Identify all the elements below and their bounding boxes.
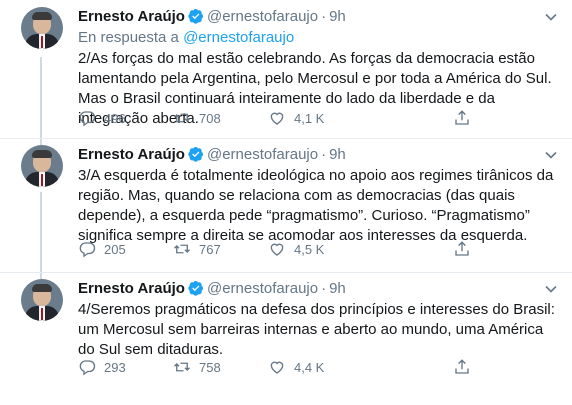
timestamp[interactable]: 9h bbox=[329, 146, 346, 163]
tweet-text: 3/A esquerda é totalmente ideológica no … bbox=[78, 167, 554, 244]
chevron-down-icon[interactable] bbox=[544, 10, 558, 24]
like-count: 4,4 K bbox=[294, 360, 325, 375]
separator: · bbox=[321, 146, 327, 163]
like-button[interactable]: 4,1 K bbox=[268, 109, 324, 129]
reply-count: 205 bbox=[104, 242, 126, 257]
author-name[interactable]: Ernesto Araújo bbox=[78, 146, 185, 163]
retweet-button[interactable]: 767 bbox=[173, 240, 221, 260]
separator: · bbox=[321, 8, 327, 25]
avatar[interactable] bbox=[21, 279, 63, 321]
timestamp[interactable]: 9h bbox=[329, 280, 346, 297]
tweet-actions: 496 708 4,1 K bbox=[78, 109, 478, 129]
tweet-actions: 293 758 4,4 K bbox=[78, 358, 478, 378]
reply-button[interactable]: 205 bbox=[78, 240, 126, 260]
reply-prefix: En respuesta a bbox=[78, 29, 179, 46]
avatar[interactable] bbox=[21, 7, 63, 49]
tweet-actions: 205 767 4,5 K bbox=[78, 240, 478, 260]
like-icon bbox=[268, 242, 294, 257]
retweet-button[interactable]: 758 bbox=[173, 358, 221, 378]
chevron-down-icon[interactable] bbox=[544, 148, 558, 162]
tweet-content: Ernesto Araújo @ernestofaraujo · 9h 4/Serem… bbox=[78, 279, 558, 360]
like-count: 4,1 K bbox=[294, 111, 325, 126]
verified-badge-icon bbox=[188, 8, 204, 30]
like-icon bbox=[268, 360, 294, 375]
retweet-button[interactable]: 708 bbox=[173, 109, 221, 129]
like-button[interactable]: 4,4 K bbox=[268, 358, 324, 378]
share-button[interactable] bbox=[453, 358, 479, 378]
tweet-header: Ernesto Araújo @ernestofaraujo · 9h bbox=[78, 7, 558, 27]
retweet-icon bbox=[173, 242, 199, 257]
timestamp[interactable]: 9h bbox=[329, 8, 346, 25]
author-name[interactable]: Ernesto Araújo bbox=[78, 8, 185, 25]
tweet[interactable]: Ernesto Araújo @ernestofaraujo · 9h 4/Serem… bbox=[0, 272, 572, 405]
tweet-thread: Ernesto Araújo @ernestofaraujo · 9h En resp… bbox=[0, 0, 572, 405]
reply-button[interactable]: 293 bbox=[78, 358, 126, 378]
like-icon bbox=[268, 111, 294, 126]
reply-icon bbox=[78, 360, 104, 376]
share-button[interactable] bbox=[453, 109, 479, 129]
avatar[interactable] bbox=[21, 145, 63, 187]
tweet-text: 4/Seremos pragmáticos na defesa dos prin… bbox=[78, 301, 555, 358]
reply-handle-link[interactable]: @ernestofaraujo bbox=[183, 29, 294, 46]
tweet[interactable]: Ernesto Araújo @ernestofaraujo · 9h 3/A esq… bbox=[0, 138, 572, 273]
share-icon bbox=[453, 359, 479, 375]
tweet-header: Ernesto Araújo @ernestofaraujo · 9h bbox=[78, 145, 558, 165]
reply-count: 293 bbox=[104, 360, 126, 375]
reply-count: 496 bbox=[104, 111, 126, 126]
reply-icon bbox=[78, 242, 104, 258]
verified-badge-icon bbox=[188, 280, 204, 302]
retweet-count: 758 bbox=[199, 360, 221, 375]
author-handle[interactable]: @ernestofaraujo bbox=[207, 8, 318, 25]
share-button[interactable] bbox=[453, 240, 479, 260]
like-count: 4,5 K bbox=[294, 242, 325, 257]
retweet-count: 767 bbox=[199, 242, 221, 257]
author-handle[interactable]: @ernestofaraujo bbox=[207, 146, 318, 163]
retweet-count: 708 bbox=[199, 111, 221, 126]
reply-button[interactable]: 496 bbox=[78, 109, 126, 129]
share-icon bbox=[453, 110, 479, 126]
thread-connector-line bbox=[40, 192, 42, 273]
tweet[interactable]: Ernesto Araújo @ernestofaraujo · 9h En resp… bbox=[0, 0, 572, 138]
reply-icon bbox=[78, 111, 104, 127]
chevron-down-icon[interactable] bbox=[544, 282, 558, 296]
separator: · bbox=[321, 280, 327, 297]
retweet-icon bbox=[173, 111, 199, 126]
share-icon bbox=[453, 241, 479, 257]
author-handle[interactable]: @ernestofaraujo bbox=[207, 280, 318, 297]
author-name[interactable]: Ernesto Araújo bbox=[78, 280, 185, 297]
reply-context: En respuesta a @ernestofaraujo bbox=[78, 28, 558, 48]
thread-connector-line bbox=[40, 57, 42, 138]
verified-badge-icon bbox=[188, 146, 204, 168]
retweet-icon bbox=[173, 360, 199, 375]
like-button[interactable]: 4,5 K bbox=[268, 240, 324, 260]
tweet-content: Ernesto Araújo @ernestofaraujo · 9h 3/A esq… bbox=[78, 145, 558, 246]
tweet-header: Ernesto Araújo @ernestofaraujo · 9h bbox=[78, 279, 558, 299]
